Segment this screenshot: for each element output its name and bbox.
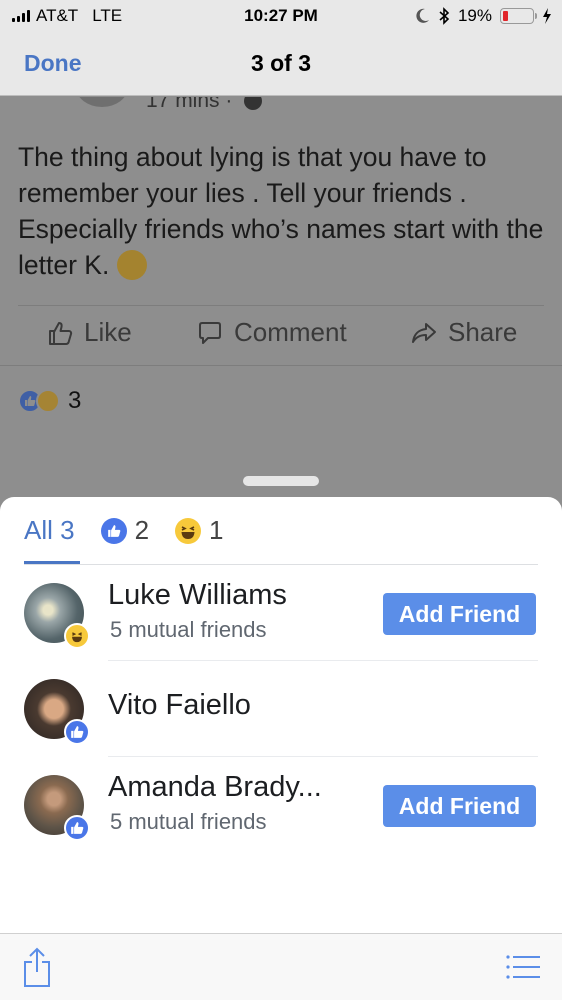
network-label: LTE [92, 6, 123, 25]
moon-icon [416, 8, 429, 23]
tab-haha-count: 1 [209, 515, 224, 545]
status-bar: AT&T LTE 10:27 PM 19% [0, 0, 562, 32]
bottom-toolbar [0, 933, 562, 1000]
like-badge-icon [64, 719, 90, 745]
done-button[interactable]: Done [24, 50, 82, 77]
author-avatar[interactable] [76, 97, 128, 107]
reaction-summary[interactable]: 3 [18, 387, 81, 415]
reaction-count: 3 [68, 387, 82, 414]
haha-reaction-icon [36, 389, 60, 413]
tab-haha[interactable]: 1 [175, 515, 224, 546]
post-text: The thing about lying is that you have t… [18, 139, 548, 283]
like-badge-icon [64, 815, 90, 841]
tab-all-label: All 3 [24, 515, 75, 545]
tab-like[interactable]: 2 [100, 515, 150, 546]
battery-level [503, 11, 509, 21]
list-item[interactable]: Luke Williams 5 mutual friends Add Frien… [0, 565, 562, 661]
like-reaction-icon [100, 517, 127, 544]
person-name[interactable]: Vito Faiello [108, 689, 251, 722]
person-name[interactable]: Amanda Brady... [108, 771, 322, 804]
charging-bolt-icon [543, 8, 551, 24]
add-friend-button[interactable]: Add Friend [383, 785, 536, 827]
tab-all[interactable]: All 3 [24, 515, 75, 546]
add-friend-button[interactable]: Add Friend [383, 593, 536, 635]
status-right: 19% [416, 6, 552, 26]
share-button[interactable]: Share [410, 317, 517, 348]
share-arrow-icon [412, 322, 436, 343]
reactions-sheet: All 3 2 1 Luke Williams 5 mutual friends… [0, 497, 562, 933]
divider [0, 365, 562, 366]
divider [18, 305, 544, 306]
carrier-label: AT&T [36, 6, 79, 25]
person-name[interactable]: Luke Williams [108, 579, 287, 612]
post: 17 mins · The thing about lying is that … [0, 97, 562, 497]
sheet-grabber[interactable] [243, 476, 319, 486]
comment-label: Comment [234, 317, 347, 347]
like-button[interactable]: Like [46, 317, 132, 348]
signal-icon [12, 10, 30, 22]
battery-icon [500, 8, 537, 24]
share-label: Share [448, 317, 518, 347]
page-title: 3 of 3 [250, 50, 312, 76]
globe-icon [244, 97, 263, 111]
mutual-friends: 5 mutual friends [110, 809, 267, 834]
thumbs-up-icon [49, 321, 73, 345]
list-icon[interactable] [506, 954, 540, 980]
nav-bar: Done 3 of 3 [0, 32, 562, 96]
list-item[interactable]: Vito Faiello [0, 661, 562, 757]
reaction-tabs: All 3 2 1 [24, 515, 250, 546]
list-item[interactable]: Amanda Brady... 5 mutual friends Add Fri… [0, 757, 562, 853]
comment-icon [199, 321, 221, 344]
like-label: Like [84, 317, 132, 347]
tab-like-count: 2 [134, 515, 150, 545]
comment-button[interactable]: Comment [196, 317, 347, 348]
bluetooth-icon [439, 7, 450, 25]
battery-percent: 19% [457, 6, 492, 25]
post-time: 17 mins [146, 97, 220, 112]
haha-badge-icon [64, 623, 90, 649]
upside-down-face-icon [116, 250, 147, 280]
post-meta: 17 mins · [146, 97, 263, 113]
haha-reaction-icon [175, 517, 202, 544]
share-icon[interactable] [22, 946, 52, 988]
mutual-friends: 5 mutual friends [110, 617, 267, 642]
post-actions: Like Comment Share [0, 317, 562, 357]
post-body: The thing about lying is that you have t… [18, 142, 544, 280]
post-separator: · [225, 97, 233, 112]
